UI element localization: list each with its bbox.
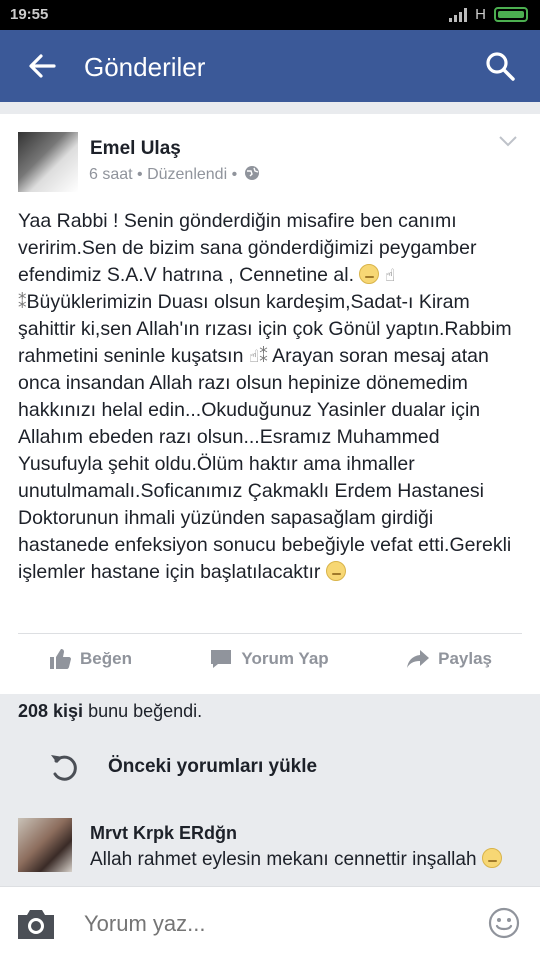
post-text-part1: Yaa Rabbi ! Senin gönderdiğin misafire b…	[18, 210, 477, 286]
comment-input[interactable]	[84, 911, 464, 937]
author-avatar[interactable]	[18, 132, 78, 192]
commenter-name[interactable]: Mrvt Krpk ERdğn	[90, 823, 237, 844]
post-meta: 6 saat • Düzenlendi •	[89, 165, 260, 184]
pensive-face-icon	[481, 848, 502, 868]
camera-icon[interactable]	[16, 907, 56, 941]
search-icon[interactable]	[484, 50, 516, 82]
comment-text: Allah rahmet eylesin mekanı cennettir in…	[90, 847, 510, 873]
hand-emoji-icon: ☝⁑	[248, 347, 268, 366]
post-text: Yaa Rabbi ! Senin gönderdiğin misafire b…	[18, 208, 524, 586]
post-text-part3: Arayan soran mesaj atan onca insandan Al…	[18, 345, 512, 583]
comment-composer	[0, 886, 540, 960]
share-arrow-icon	[407, 649, 430, 668]
status-time: 19:55	[10, 6, 49, 23]
load-previous-comments[interactable]: Önceki yorumları yükle	[0, 742, 540, 792]
commenter-avatar[interactable]	[18, 818, 72, 872]
likes-count: 208 kişi	[18, 701, 84, 721]
pensive-face-icon	[359, 264, 380, 284]
smiley-icon[interactable]	[488, 907, 520, 939]
app-header: Gönderiler	[0, 30, 540, 102]
post-actions: Beğen Yorum Yap Paylaş	[18, 633, 522, 683]
refresh-icon	[51, 755, 77, 781]
like-button[interactable]: Beğen	[48, 647, 132, 671]
status-icons: H	[449, 6, 528, 23]
signal-icon	[449, 7, 468, 22]
likes-summary[interactable]: 208 kişi bunu beğendi.	[18, 701, 202, 722]
thumbs-up-icon	[50, 648, 71, 669]
chevron-down-icon[interactable]	[498, 134, 518, 148]
author-name[interactable]: Emel Ulaş	[90, 138, 181, 160]
battery-icon	[494, 7, 528, 22]
status-bar: 19:55 H	[0, 0, 540, 30]
comment-item: Mrvt Krpk ERdğn Allah rahmet eylesin mek…	[0, 812, 540, 886]
comment-icon	[211, 649, 232, 668]
globe-icon	[244, 166, 259, 180]
likes-suffix: bunu beğendi.	[83, 701, 203, 721]
load-previous-label: Önceki yorumları yükle	[108, 756, 318, 777]
post-card: Emel Ulaş 6 saat • Düzenlendi • Yaa Rabb…	[0, 114, 540, 694]
arrow-left-icon[interactable]	[26, 50, 58, 82]
network-type: H	[475, 6, 486, 23]
pensive-face-icon	[325, 561, 346, 581]
share-button[interactable]: Paylaş	[406, 647, 492, 671]
post-time-edited: 6 saat • Düzenlendi •	[89, 166, 238, 183]
page-title: Gönderiler	[84, 52, 206, 82]
comment-button[interactable]: Yorum Yap	[209, 647, 329, 671]
